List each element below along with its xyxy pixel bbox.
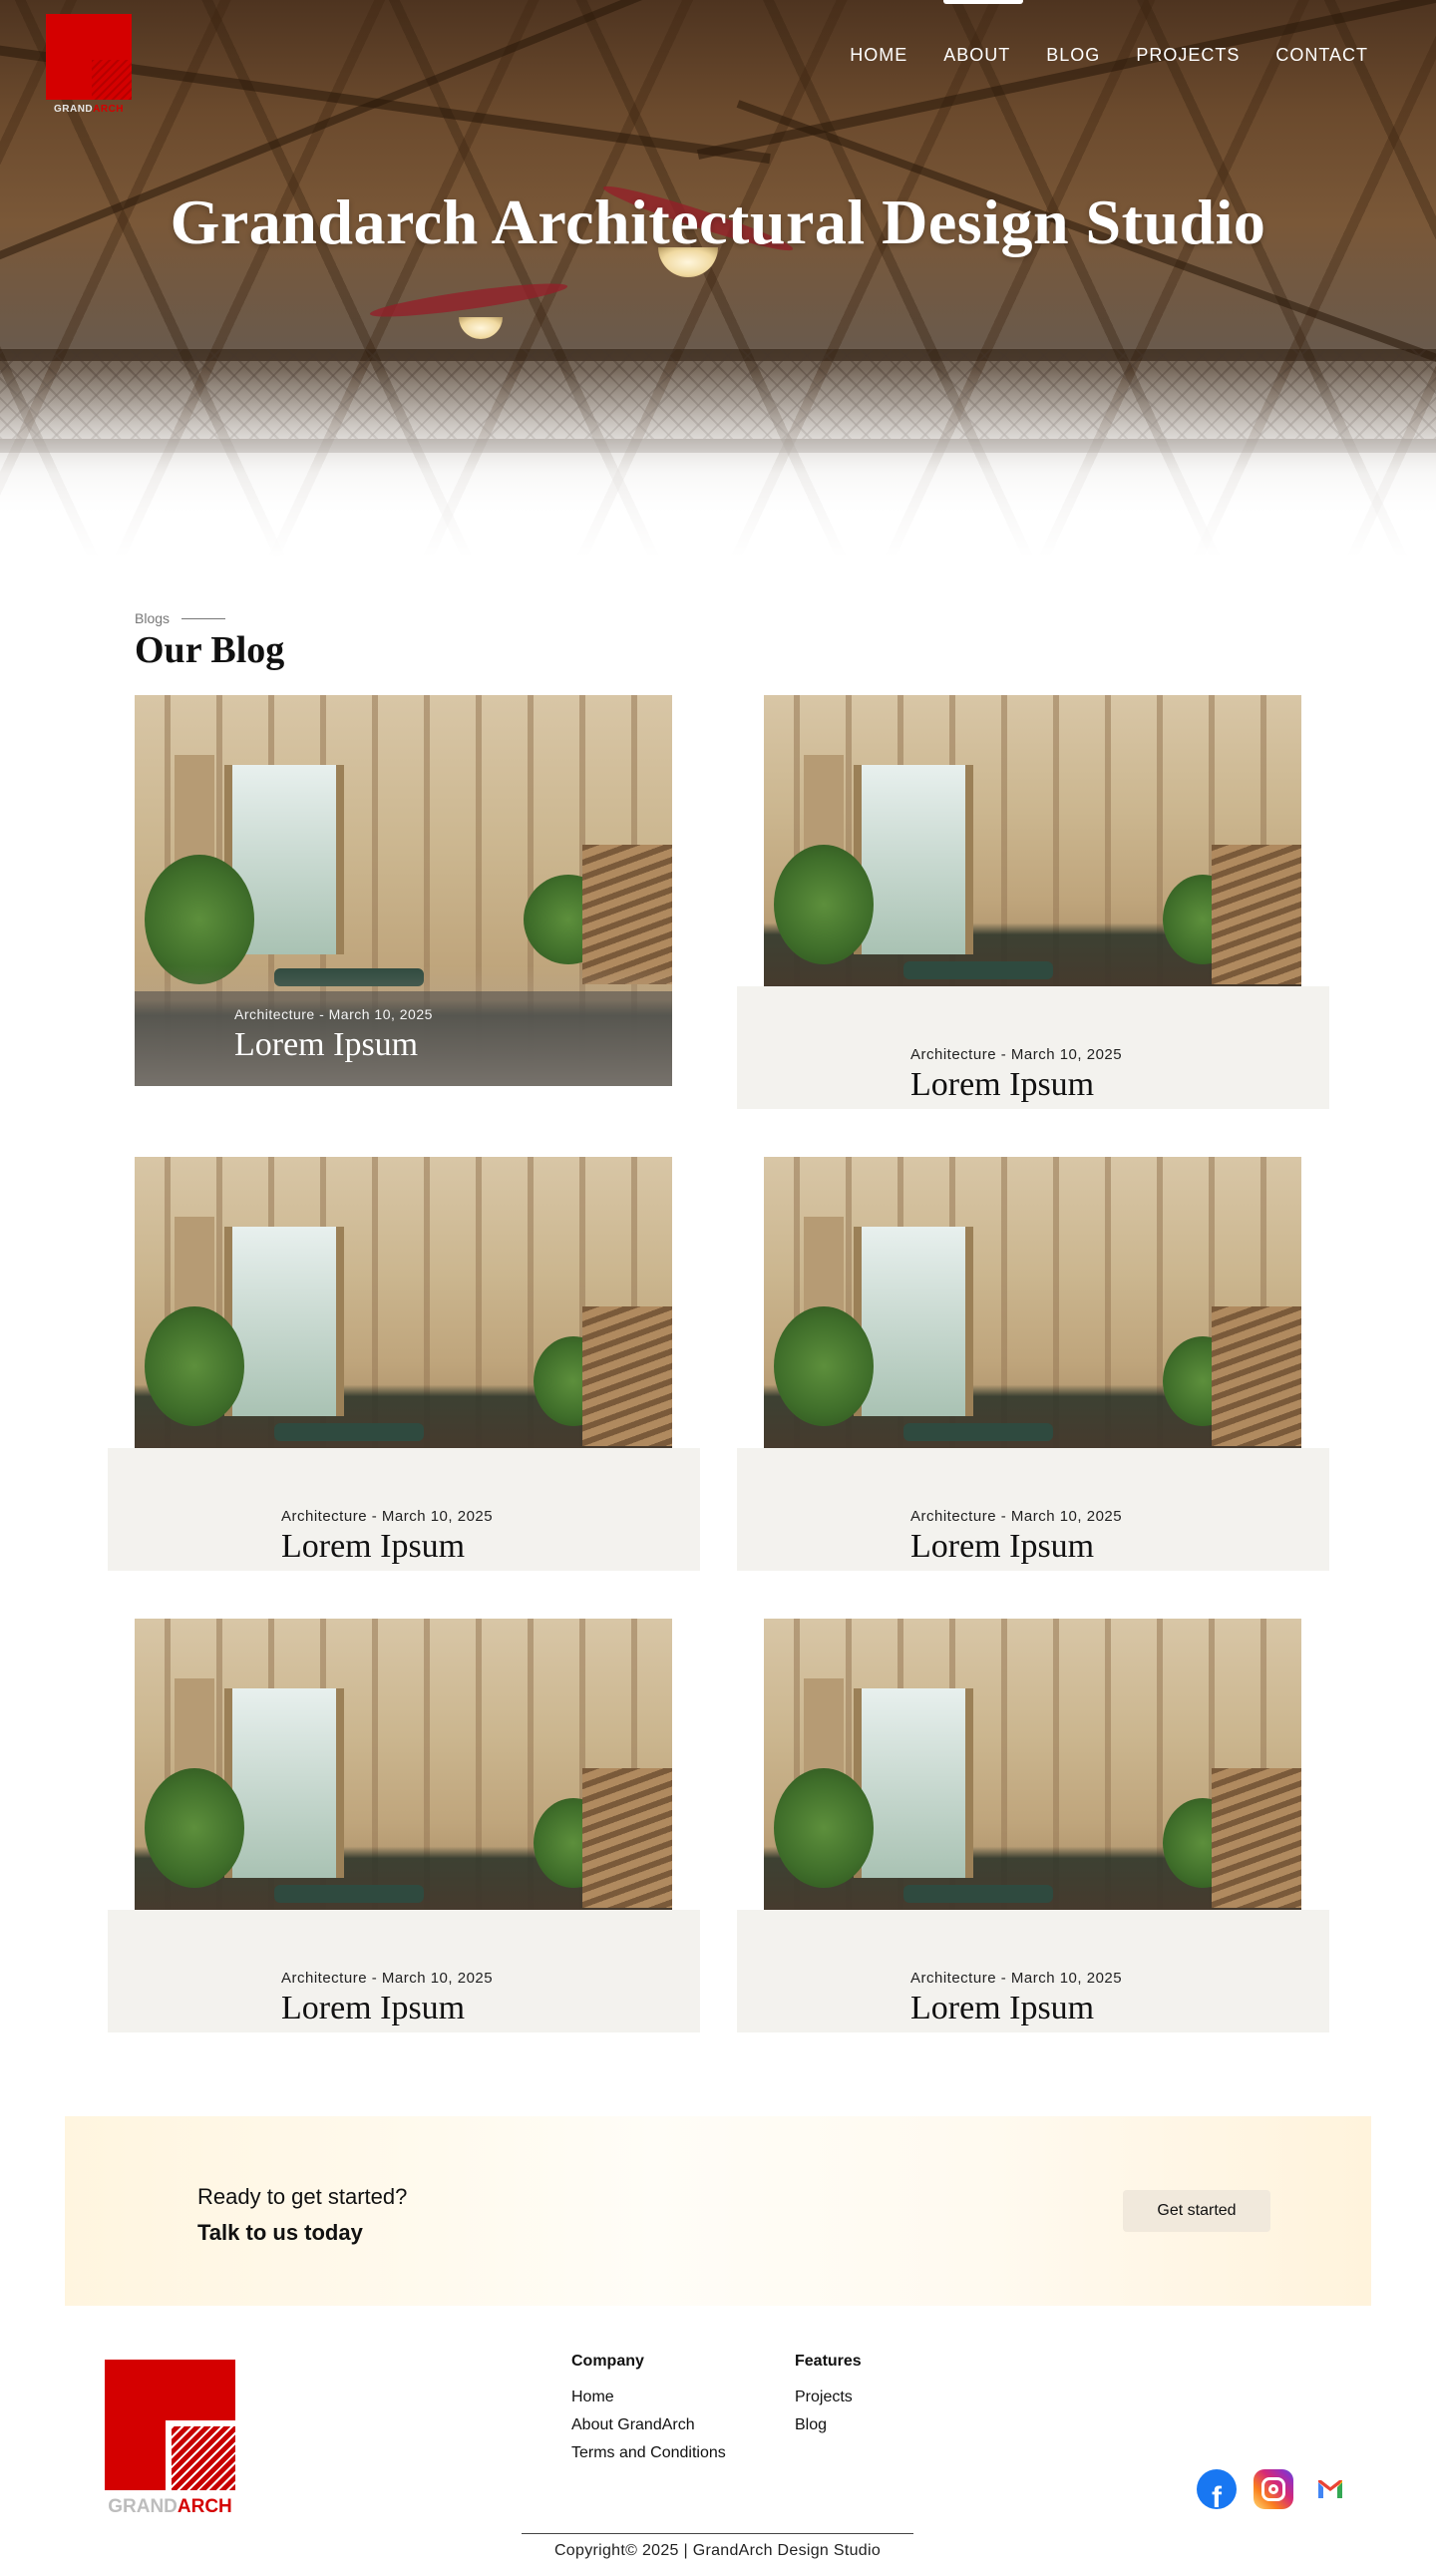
window xyxy=(224,1227,344,1416)
logo-wordmark: GRAND ARCH xyxy=(105,2496,235,2518)
sofa xyxy=(274,1423,424,1441)
gmail-icon[interactable] xyxy=(1310,2469,1350,2509)
blog-title: Lorem Ipsum xyxy=(910,1528,1095,1565)
sofa xyxy=(903,961,1053,979)
footer-company: Company Home About GrandArch Terms and C… xyxy=(571,2353,726,2472)
logo-mark xyxy=(46,14,132,100)
footer-link-home[interactable]: Home xyxy=(571,2389,726,2406)
stairs xyxy=(1212,1306,1301,1446)
plant xyxy=(145,855,254,984)
brand-logo[interactable]: GRAND ARCH xyxy=(46,14,132,115)
window xyxy=(854,765,973,954)
plant xyxy=(145,1768,244,1888)
sofa xyxy=(274,1885,424,1903)
blog-photo xyxy=(135,1619,672,1911)
footer-features-heading: Features xyxy=(795,2353,862,2370)
footer-divider xyxy=(522,2533,913,2534)
blog-panel: Architecture - March 10, 2025 Lorem Ipsu… xyxy=(108,1448,700,1571)
logo-mark xyxy=(105,2360,241,2496)
stairs xyxy=(1212,1768,1301,1908)
facebook-icon[interactable]: f xyxy=(1197,2469,1237,2509)
cta-banner: Ready to get started? Talk to us today G… xyxy=(65,2116,1371,2306)
copyright-text: Copyright© 2025 | GrandArch Design Studi… xyxy=(553,2542,882,2559)
plant xyxy=(145,1306,244,1426)
window xyxy=(854,1688,973,1878)
blog-photo xyxy=(764,695,1301,987)
blog-card-featured[interactable]: Architecture - March 10, 2025 Lorem Ipsu… xyxy=(135,695,672,1086)
window xyxy=(854,1227,973,1416)
blog-panel: Architecture - March 10, 2025 Lorem Ipsu… xyxy=(737,1910,1329,2032)
hero-title: Grandarch Architectural Design Studio xyxy=(170,186,1266,257)
instagram-icon[interactable] xyxy=(1254,2469,1293,2509)
section-title: Our Blog xyxy=(135,629,285,671)
plant xyxy=(774,1306,874,1426)
footer-link-terms[interactable]: Terms and Conditions xyxy=(571,2444,726,2462)
blog-meta: Architecture - March 10, 2025 xyxy=(281,1970,494,1987)
blog-title: Lorem Ipsum xyxy=(281,1990,466,2026)
nav-contact[interactable]: CONTACT xyxy=(1275,45,1368,66)
blog-meta: Architecture - March 10, 2025 xyxy=(910,1970,1123,1987)
get-started-button[interactable]: Get started xyxy=(1123,2190,1270,2232)
blog-title: Lorem Ipsum xyxy=(281,1528,466,1565)
nav-blog[interactable]: BLOG xyxy=(1046,45,1100,66)
logo-word-arch: ARCH xyxy=(177,2496,232,2517)
plant xyxy=(774,1768,874,1888)
stairs xyxy=(582,845,672,984)
blog-meta: Architecture - March 10, 2025 xyxy=(910,1046,1123,1063)
main-nav: HOME ABOUT BLOG PROJECTS CONTACT xyxy=(850,45,1368,66)
sofa xyxy=(903,1885,1053,1903)
blog-card[interactable]: Architecture - March 10, 2025 Lorem Ipsu… xyxy=(737,1619,1329,2032)
cta-subheading: Talk to us today xyxy=(197,2220,363,2245)
blog-panel: Architecture - March 10, 2025 Lorem Ipsu… xyxy=(737,986,1329,1109)
roof-beam xyxy=(0,439,1436,453)
ceiling-fan-blade xyxy=(368,277,569,323)
blog-photo xyxy=(764,1619,1301,1911)
blog-meta: Architecture - March 10, 2025 xyxy=(234,1006,433,1022)
footer-link-projects[interactable]: Projects xyxy=(795,2389,862,2406)
roof-beam xyxy=(696,0,1436,160)
blog-card[interactable]: Architecture - March 10, 2025 Lorem Ipsu… xyxy=(737,1157,1329,1571)
section-kicker: Blogs xyxy=(135,610,226,626)
hero-banner xyxy=(0,0,1436,558)
sofa xyxy=(903,1423,1053,1441)
nav-home[interactable]: HOME xyxy=(850,45,907,66)
nav-active-indicator xyxy=(943,0,1023,4)
nav-about[interactable]: ABOUT xyxy=(943,45,1010,66)
plant xyxy=(774,845,874,964)
blog-card[interactable]: Architecture - March 10, 2025 Lorem Ipsu… xyxy=(108,1619,700,2032)
lattice-panel xyxy=(0,349,1436,439)
blog-card[interactable]: Architecture - March 10, 2025 Lorem Ipsu… xyxy=(737,695,1329,1109)
stairs xyxy=(1212,845,1301,984)
footer-company-heading: Company xyxy=(571,2353,644,2370)
stairs xyxy=(582,1306,672,1446)
blog-photo xyxy=(764,1157,1301,1449)
nav-projects[interactable]: PROJECTS xyxy=(1136,45,1240,66)
footer-logo[interactable]: GRAND ARCH xyxy=(105,2360,241,2518)
logo-wordmark: GRAND ARCH xyxy=(46,104,132,115)
blog-panel: Architecture - March 10, 2025 Lorem Ipsu… xyxy=(108,1910,700,2032)
ceiling-lamp xyxy=(459,317,503,339)
blog-card[interactable]: Architecture - March 10, 2025 Lorem Ipsu… xyxy=(108,1157,700,1571)
footer-features: Features Projects Blog xyxy=(795,2353,862,2444)
logo-word-arch: ARCH xyxy=(93,104,125,115)
blog-title: Lorem Ipsum xyxy=(910,1066,1095,1103)
blog-title: Lorem Ipsum xyxy=(910,1990,1095,2026)
blog-photo xyxy=(135,1157,672,1449)
stairs xyxy=(582,1768,672,1908)
logo-word-grand: GRAND xyxy=(53,104,94,115)
blog-meta: Architecture - March 10, 2025 xyxy=(281,1508,494,1525)
blog-meta: Architecture - March 10, 2025 xyxy=(910,1508,1123,1525)
logo-word-grand: GRAND xyxy=(108,2496,178,2517)
blog-title: Lorem Ipsum xyxy=(234,1026,419,1063)
footer-link-about[interactable]: About GrandArch xyxy=(571,2416,726,2434)
kicker-label: Blogs xyxy=(135,610,171,626)
cta-heading: Ready to get started? xyxy=(197,2184,408,2209)
footer-link-blog[interactable]: Blog xyxy=(795,2416,862,2434)
blog-panel: Architecture - March 10, 2025 Lorem Ipsu… xyxy=(737,1448,1329,1571)
window xyxy=(224,1688,344,1878)
kicker-divider xyxy=(181,617,226,619)
